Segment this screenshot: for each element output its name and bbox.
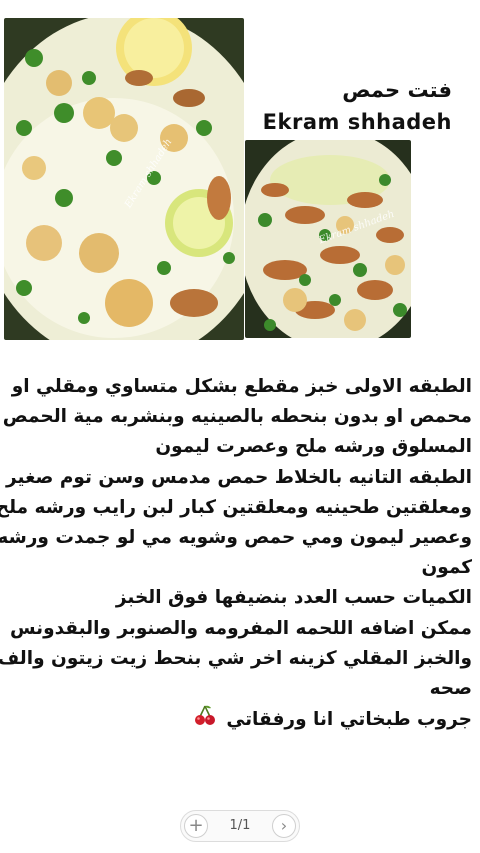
recipe-line: الطبقه الاولى خبز مقطع بشكل متساوي ومقلي… <box>11 376 472 397</box>
page-navigator: + 1/1 › <box>180 810 300 842</box>
recipe-line: وعصير ليمون ومي حمص وشويه مي لو جمدت ورش… <box>0 527 472 549</box>
recipe-body: الطبقه الاولى خبز مقطع بشكل متساوي ومقلي… <box>0 372 472 736</box>
recipe-line: الكميات حسب العدد بنضيفها فوق الخبز <box>115 587 472 609</box>
cherries-icon <box>194 704 216 736</box>
fatteh-image <box>4 18 244 340</box>
dish-photo-main: Ekram shhadeh <box>4 18 244 340</box>
recipe-line: كمون <box>421 557 472 579</box>
recipe-line: الطبقه التانيه بالخلاط حمص مدمس وسن توم … <box>6 466 472 488</box>
dish-photo-closeup: Ekram shhadeh <box>245 140 411 338</box>
recipe-author: Ekram shhadeh <box>262 110 452 134</box>
chevron-right-icon: › <box>280 816 288 835</box>
next-page-button[interactable]: › <box>272 814 296 838</box>
recipe-line: ومعلقتين طحينيه ومعلقتين كبار لبن رايب و… <box>0 496 472 518</box>
recipe-line: محمص او بدون بنحطه بالصينيه وبنشربه مية … <box>2 406 472 428</box>
recipe-group-text: جروب طبخاتي انا ورفقاتي <box>226 709 472 731</box>
recipe-group-line: جروب طبخاتي انا ورفقاتي <box>4 704 472 736</box>
recipe-line: ممكن اضافه اللحمه المفرومه والصنوبر والب… <box>9 617 472 639</box>
recipe-title: فتت حمص <box>342 78 452 102</box>
recipe-line: صحه <box>429 678 472 700</box>
recipe-line: المسلوق ورشه ملح وعصرت ليمون <box>155 436 472 458</box>
recipe-line: والخبز المقلي كزينه اخر شي بنحط زيت زيتو… <box>0 647 472 669</box>
cherries-emoji <box>194 705 215 726</box>
